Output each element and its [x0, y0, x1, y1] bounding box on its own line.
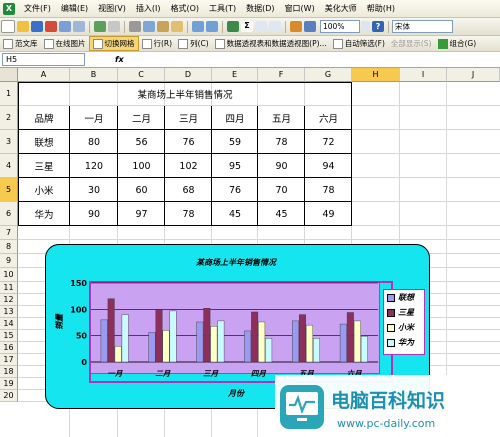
x-tick-label: 三月	[203, 369, 218, 378]
bar-三星-四月	[251, 311, 259, 363]
bar-华为-一月	[121, 314, 129, 363]
bar-华为-六月	[360, 335, 368, 363]
bar-华为-五月	[313, 338, 320, 363]
bar-华为-三月	[217, 320, 225, 363]
watermark-url: www.pc-daily.com	[337, 417, 435, 430]
bar-华为-二月	[169, 310, 177, 363]
legend-label: 三星	[398, 308, 414, 317]
y-tick-label: 150	[70, 279, 87, 288]
legend-swatch	[387, 308, 395, 317]
x-tick-label: 一月	[107, 369, 122, 378]
legend-entry[interactable]: 华为	[384, 335, 424, 350]
legend-label: 小米	[398, 323, 414, 332]
bar-联想-四月	[244, 330, 252, 363]
bar-小米-三月	[210, 325, 218, 363]
legend-swatch	[387, 293, 395, 302]
bar-chart: 050100150一月 二月 三月 四月 五月 六月某商场上半年销售情况月份销量	[55, 258, 378, 398]
bar-三星-一月	[107, 298, 115, 363]
bar-三星-三月	[203, 308, 211, 363]
bar-联想-二月	[148, 332, 156, 363]
bar-三星-六月	[346, 312, 354, 363]
legend-entry[interactable]: 联想	[384, 290, 424, 305]
y-tick-label: 100	[70, 305, 87, 314]
bar-小米-五月	[306, 324, 313, 363]
bar-小米-四月	[258, 321, 266, 363]
legend-swatch	[387, 323, 395, 332]
bar-小米-一月	[114, 346, 122, 363]
y-tick-label: 0	[81, 358, 87, 367]
legend-label: 华为	[398, 338, 414, 347]
bar-联想-一月	[100, 319, 108, 363]
bar-联想-三月	[196, 321, 204, 363]
chart-legend[interactable]: 联想 三星 小米 华为	[383, 289, 425, 355]
y-axis-title: 销量	[55, 313, 64, 330]
site-watermark: 电脑百科知识 www.pc-daily.com	[275, 375, 500, 437]
watermark-title: 电脑百科知识	[331, 389, 445, 412]
x-tick-label: 四月	[251, 369, 266, 378]
bar-华为-四月	[265, 338, 273, 363]
legend-label: 联想	[398, 293, 414, 302]
bar-小米-二月	[162, 330, 170, 363]
legend-entry[interactable]: 小米	[384, 320, 424, 335]
bar-三星-二月	[155, 309, 163, 363]
legend-entry[interactable]: 三星	[384, 305, 424, 320]
legend-swatch	[387, 338, 395, 347]
chart-title: 某商场上半年销售情况	[196, 258, 277, 267]
bar-三星-五月	[299, 314, 306, 363]
x-tick-label: 二月	[155, 369, 170, 378]
y-tick-label: 50	[76, 332, 88, 341]
bar-联想-五月	[292, 320, 299, 363]
bar-小米-六月	[353, 320, 361, 363]
bar-联想-六月	[339, 323, 347, 363]
x-axis-title: 月份	[227, 389, 245, 398]
